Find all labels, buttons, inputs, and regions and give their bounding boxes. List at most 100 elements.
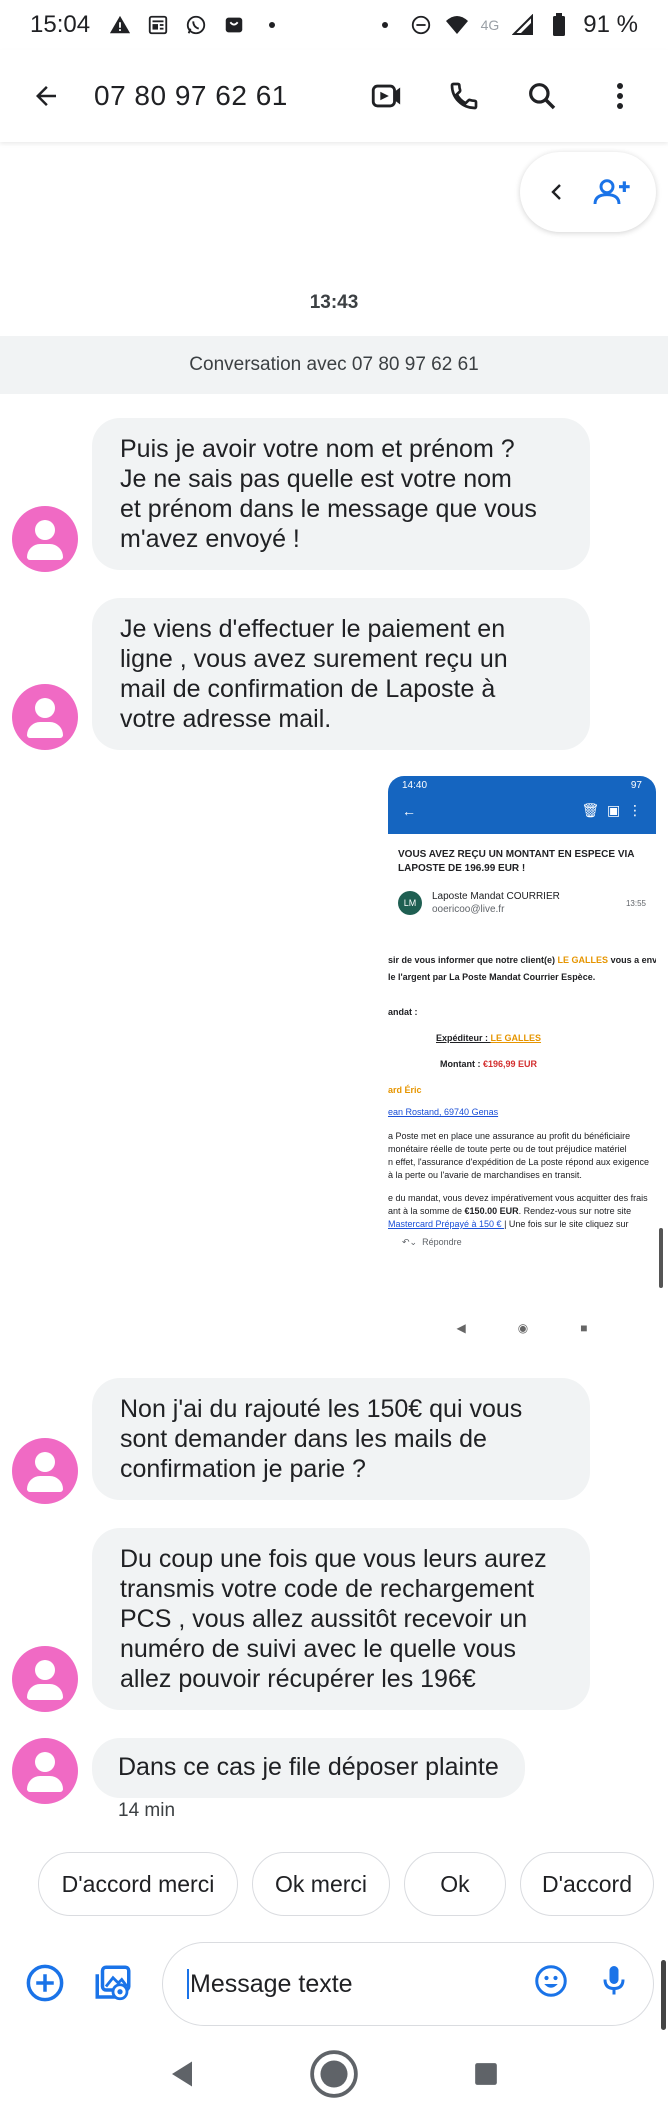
emoji-icon bbox=[535, 1964, 567, 1997]
whatsapp-icon bbox=[184, 13, 208, 37]
email-toolbar-icons: 🗑 ▣ ⋮ bbox=[581, 802, 642, 818]
email-line: Montant : €196,99 EUR bbox=[440, 1059, 538, 1069]
voice-input-button[interactable] bbox=[599, 1963, 629, 2006]
sender-name: Laposte Mandat COURRIER bbox=[432, 891, 560, 902]
email-app-header: 14:40 97 ← 🗑 ▣ ⋮ bbox=[388, 776, 656, 834]
nav-back-icon: ◀ bbox=[456, 1320, 466, 1335]
conversation-banner: Conversation avec 07 80 97 62 61 bbox=[0, 336, 668, 394]
message-line: m'avez envoyé ! bbox=[120, 525, 300, 553]
email-body: VOUS AVEZ REÇU UN MONTANT EN ESPECE VIA … bbox=[388, 834, 656, 1346]
suggestion-chip[interactable]: Ok merci bbox=[252, 1852, 390, 1916]
video-call-icon bbox=[371, 84, 401, 108]
nav-recents-button[interactable] bbox=[473, 2061, 499, 2092]
video-call-button[interactable] bbox=[362, 72, 410, 120]
contact-avatar[interactable] bbox=[12, 1646, 78, 1712]
contact-avatar[interactable] bbox=[12, 1738, 78, 1804]
emoji-button[interactable] bbox=[533, 1963, 569, 2006]
contact-avatar[interactable] bbox=[12, 506, 78, 572]
message-line: et prénom dans le message que vous bbox=[120, 495, 537, 523]
battery-icon bbox=[547, 13, 571, 37]
message-line: Je ne sais pas quelle est votre nom bbox=[120, 465, 512, 493]
suggestion-chip[interactable]: D'accord bbox=[520, 1852, 654, 1916]
arrow-back-icon: ← bbox=[402, 802, 416, 819]
message-input[interactable]: Message texte bbox=[162, 1942, 654, 2026]
email-line: e du mandat, vous devez impérativement v… bbox=[388, 1193, 648, 1203]
email-line: sir de vous informer que notre client(e)… bbox=[388, 955, 656, 965]
email-sender: LM Laposte Mandat COURRIER ooericoo@live… bbox=[388, 876, 656, 916]
warning-icon bbox=[108, 13, 132, 37]
dot-icon bbox=[373, 13, 397, 37]
email-line: ard Éric bbox=[388, 1085, 422, 1095]
dot-icon bbox=[260, 13, 284, 37]
conversation-timestamp: 13:43 bbox=[309, 292, 359, 313]
add-attachment-button[interactable] bbox=[24, 1962, 66, 2009]
email-line: Mastercard Prépayé à 150 € | Une fois su… bbox=[388, 1219, 629, 1229]
battery-level: 91 % bbox=[583, 11, 638, 38]
conversation-header: 07 80 97 62 61 bbox=[0, 50, 668, 142]
nav-home-button[interactable] bbox=[309, 2049, 359, 2104]
message-bubble[interactable]: Du coup une fois que vous leurs aurez tr… bbox=[92, 1528, 590, 1710]
scrollbar[interactable] bbox=[661, 1960, 666, 2030]
email-line: n effet, l'assurance d'expédition de La … bbox=[388, 1157, 649, 1167]
suggestion-chip[interactable]: Ok bbox=[404, 1852, 506, 1916]
do-not-disturb-icon bbox=[409, 13, 433, 37]
status-bar: 15:04 4G 91 % bbox=[0, 0, 668, 50]
email-line: le l'argent par La Poste Mandat Courrier… bbox=[388, 972, 596, 982]
status-time: 15:04 bbox=[30, 11, 91, 38]
network-type: 4G bbox=[480, 17, 500, 33]
system-nav-bar bbox=[0, 2040, 668, 2113]
message-line: Dans ce cas je file déposer plainte bbox=[118, 1753, 499, 1781]
message-line: numéro de suivi avec le quelle vous bbox=[120, 1635, 517, 1663]
message-line: votre adresse mail. bbox=[120, 705, 332, 733]
smart-reply-chips: D'accord merci Ok merci Ok D'accord bbox=[0, 1852, 668, 1916]
more-options-button[interactable] bbox=[596, 72, 644, 120]
nav-recents-icon: ■ bbox=[580, 1320, 588, 1335]
email-line: à la perte ou l'avarie de marchandises e… bbox=[388, 1170, 582, 1180]
message-line: confirmation je parie ? bbox=[120, 1455, 366, 1483]
message-line: transmis votre code de rechargement bbox=[120, 1575, 535, 1603]
message-bubble[interactable]: Je viens d'effectuer le paiement en lign… bbox=[92, 598, 590, 750]
conversation-title: 07 80 97 62 61 bbox=[94, 80, 288, 111]
email-status-battery: 97 bbox=[630, 780, 642, 791]
more-vert-icon bbox=[617, 83, 623, 109]
contact-avatar[interactable] bbox=[12, 684, 78, 750]
nav-home-icon: ◉ bbox=[517, 1320, 529, 1335]
add-contact-pill[interactable] bbox=[520, 152, 656, 232]
email-status-time: 14:40 bbox=[402, 780, 428, 791]
email-line: a Poste met en place une assurance au pr… bbox=[388, 1131, 631, 1141]
email-nav-bar: ◀ ◉ ■ bbox=[388, 1310, 656, 1346]
signal-icon bbox=[511, 13, 535, 37]
search-button[interactable] bbox=[518, 72, 566, 120]
message-line: Du coup une fois que vous leurs aurez bbox=[120, 1545, 547, 1573]
message-bubble[interactable]: Dans ce cas je file déposer plainte bbox=[92, 1738, 525, 1798]
news-icon bbox=[146, 13, 170, 37]
message-line: mail de confirmation de Laposte à bbox=[120, 675, 496, 703]
contact-avatar[interactable] bbox=[12, 1438, 78, 1504]
sender-avatar: LM bbox=[398, 891, 422, 915]
microphone-icon bbox=[603, 1965, 625, 1994]
suggestion-chip[interactable]: D'accord merci bbox=[38, 1852, 238, 1916]
message-bubble[interactable]: Non j'ai du rajouté les 150€ qui vous so… bbox=[92, 1378, 590, 1500]
email-link: ean Rostand, 69740 Genas bbox=[388, 1107, 499, 1117]
search-icon bbox=[529, 83, 556, 110]
add-circle-icon bbox=[26, 1964, 64, 2002]
email-line: ant à la somme de €150.00 EUR. Rendez-vo… bbox=[388, 1206, 632, 1216]
message-bubble[interactable]: Puis je avoir votre nom et prénom ? Je n… bbox=[92, 418, 590, 570]
compose-bar: Message texte bbox=[0, 1942, 668, 2026]
email-subject: VOUS AVEZ REÇU UN MONTANT EN ESPECE VIA … bbox=[398, 849, 635, 874]
email-line: Expéditeur : LE GALLES bbox=[436, 1033, 542, 1043]
phone-call-button[interactable] bbox=[440, 72, 488, 120]
phone-icon bbox=[450, 82, 478, 110]
message-line: PCS , vous allez aussitôt recevoir un bbox=[120, 1605, 528, 1633]
message-line: sont demander dans les mails de bbox=[120, 1425, 487, 1453]
gallery-button[interactable] bbox=[92, 1962, 134, 2009]
scrollbar[interactable] bbox=[659, 1228, 663, 1288]
chevron-left-icon[interactable] bbox=[545, 180, 569, 204]
back-button[interactable] bbox=[20, 70, 72, 122]
message-line: allez pouvoir récupérer les 196€ bbox=[120, 1665, 476, 1693]
add-person-icon[interactable] bbox=[591, 176, 631, 208]
sent-image-attachment[interactable]: 14:40 97 ← 🗑 ▣ ⋮ VOUS AVEZ REÇU UN MONTA… bbox=[388, 776, 656, 1346]
nav-back-button[interactable] bbox=[169, 2059, 195, 2094]
gallery-icon bbox=[95, 1965, 131, 2001]
wifi-icon bbox=[445, 13, 469, 37]
